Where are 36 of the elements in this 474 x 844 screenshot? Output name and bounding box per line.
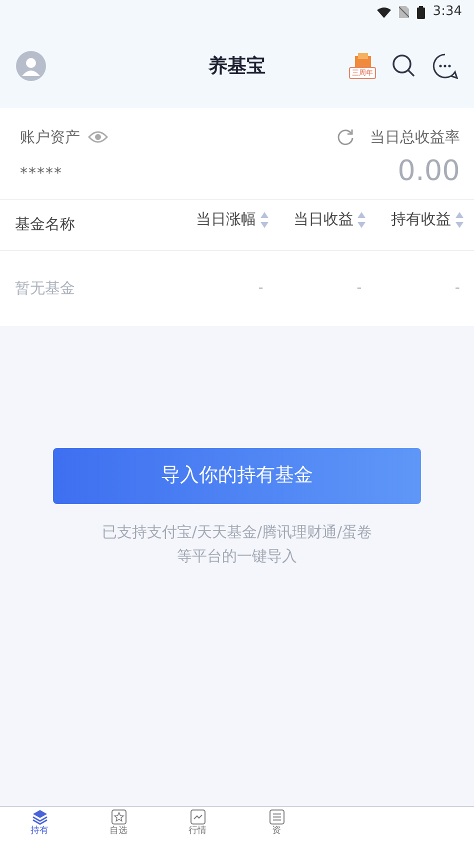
import-holdings-button[interactable]: 导入你的持有基金 <box>53 448 421 504</box>
sort-icon[interactable] <box>455 210 464 228</box>
chart-icon <box>190 809 206 825</box>
layers-icon <box>32 809 48 825</box>
tab[interactable]: 持有 <box>0 807 79 844</box>
sort-icon[interactable] <box>260 210 269 228</box>
message-icon[interactable] <box>432 53 458 79</box>
import-note: 等平台的一键导入 <box>176 546 297 566</box>
tab[interactable]: 资 <box>237 807 316 844</box>
document-icon <box>268 809 284 825</box>
tab[interactable]: 自选 <box>79 807 158 844</box>
clock: 3:34 <box>432 3 462 22</box>
column-header[interactable]: 当日收益 <box>293 208 354 230</box>
hidden-assets-value: ***** <box>20 163 62 184</box>
table-cell-text: - <box>356 278 362 298</box>
star-icon <box>110 809 126 825</box>
tab[interactable]: 行情 <box>158 807 237 844</box>
eye-icon[interactable] <box>88 130 108 144</box>
table-cell-text: - <box>454 278 460 298</box>
import-note: 已支持支付宝/天天基金/腾讯理财通/蛋卷 <box>102 522 372 542</box>
column-header[interactable]: 持有收益 <box>391 208 451 230</box>
search-icon[interactable] <box>392 54 416 78</box>
sort-icon[interactable] <box>357 210 366 228</box>
column-header[interactable]: 当日涨幅 <box>196 208 256 230</box>
battery-icon <box>416 6 425 18</box>
daily-rate-value: 0.00 <box>398 156 460 184</box>
wifi-icon <box>376 6 391 18</box>
empty-message: 暂无基金 <box>15 278 76 299</box>
column-header: 基金名称 <box>15 214 75 236</box>
app-title: 养基宝 <box>208 54 266 77</box>
daily-rate-label: 当日总收益率 <box>370 127 460 148</box>
table-cell-text: - <box>257 278 264 298</box>
avatar-icon[interactable] <box>16 51 46 81</box>
no-sim-icon <box>398 6 409 18</box>
refresh-icon[interactable] <box>337 128 354 146</box>
assets-label: 账户资产 <box>20 127 80 148</box>
